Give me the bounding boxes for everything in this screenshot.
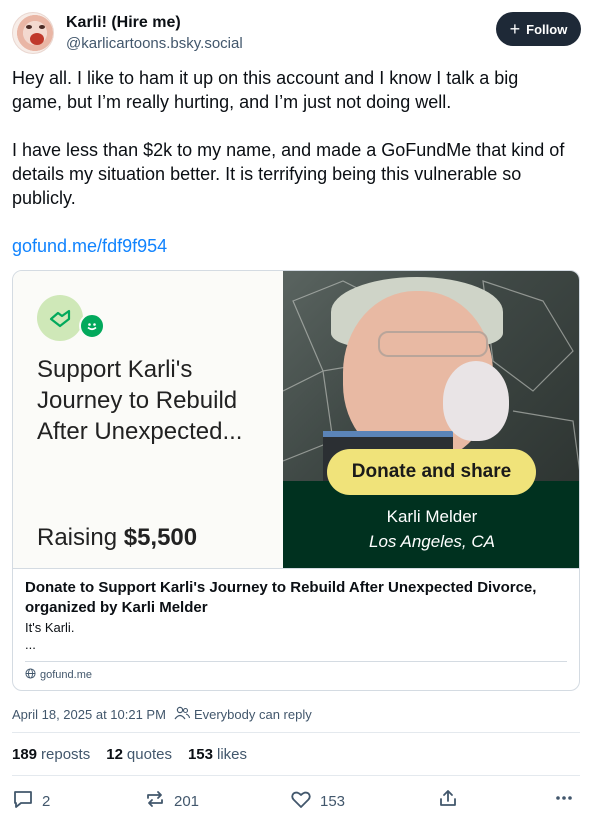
people-icon bbox=[174, 706, 190, 723]
embed-ellipsis: ... bbox=[25, 637, 36, 652]
divider bbox=[12, 775, 580, 776]
speech-bubble-icon bbox=[12, 788, 34, 814]
likes-stat[interactable]: 153 likes bbox=[188, 746, 247, 763]
donate-and-share-button[interactable]: Donate and share bbox=[327, 449, 536, 495]
engagement-stats: 189 reposts 12 quotes 153 likes bbox=[12, 746, 247, 763]
embed-meta: Donate to Support Karli's Journey to Reb… bbox=[13, 568, 579, 690]
embed-thumbnail-left: Support Karli's Journey to Rebuild After… bbox=[13, 271, 283, 568]
raising-amount: $5,500 bbox=[123, 524, 198, 551]
embed-divider bbox=[25, 661, 567, 662]
like-button[interactable]: 153 bbox=[290, 788, 345, 814]
avatar-mouth bbox=[30, 33, 44, 45]
smile-badge-icon bbox=[79, 313, 105, 339]
link-embed-card[interactable]: Support Karli's Journey to Rebuild After… bbox=[12, 270, 580, 691]
globe-icon bbox=[25, 668, 36, 682]
author-display-name[interactable]: Karli! (Hire me) bbox=[66, 14, 181, 32]
reposts-stat[interactable]: 189 reposts bbox=[12, 746, 90, 763]
like-count: 153 bbox=[320, 792, 346, 810]
plus-icon: + bbox=[509, 19, 521, 39]
quotes-label: quotes bbox=[126, 746, 172, 763]
likes-count: 153 bbox=[187, 746, 213, 763]
avatar-eye-left bbox=[26, 25, 32, 29]
photo-glasses bbox=[378, 331, 488, 357]
post-paragraph: Hey all. I like to ham it up on this acc… bbox=[12, 68, 519, 112]
raising-goal: Raising $5,500 bbox=[37, 524, 197, 552]
share-icon bbox=[438, 788, 458, 812]
more-options-button[interactable] bbox=[554, 788, 574, 812]
embed-thumbnail-right: Donate and share Karli Melder Los Angele… bbox=[283, 271, 579, 568]
likes-label: likes bbox=[217, 746, 248, 763]
action-bar: 2 201 153 bbox=[12, 788, 580, 812]
repost-count: 201 bbox=[174, 792, 200, 810]
post-link[interactable]: gofund.me/fdf9f954 bbox=[12, 236, 167, 256]
reply-button[interactable]: 2 bbox=[12, 788, 50, 814]
gofundme-logo-icon bbox=[37, 295, 83, 341]
embed-title: Donate to Support Karli's Journey to Reb… bbox=[25, 579, 537, 616]
embed-domain: gofund.me bbox=[25, 668, 92, 682]
embed-domain-label: gofund.me bbox=[40, 669, 92, 681]
embed-thumbnail: Support Karli's Journey to Rebuild After… bbox=[13, 271, 579, 568]
quotes-count: 12 bbox=[106, 746, 123, 763]
post-meta: April 18, 2025 at 10:21 PM Everybody can… bbox=[12, 706, 312, 723]
author-handle[interactable]: @karlicartoons.bsky.social bbox=[66, 35, 243, 52]
organizer-name: Karli Melder bbox=[386, 507, 478, 526]
share-button[interactable] bbox=[438, 788, 458, 812]
divider bbox=[12, 732, 580, 733]
embed-description: It's Karli. bbox=[25, 620, 75, 635]
photo-bird bbox=[443, 361, 509, 441]
reply-count: 2 bbox=[42, 792, 51, 810]
reposts-label: reposts bbox=[41, 746, 91, 763]
avatar[interactable] bbox=[12, 12, 54, 54]
reposts-count: 189 bbox=[12, 746, 38, 763]
follow-button[interactable]: + Follow bbox=[496, 12, 581, 46]
reply-setting: Everybody can reply bbox=[174, 706, 312, 723]
reply-setting-label: Everybody can reply bbox=[193, 707, 312, 722]
avatar-eye-right bbox=[39, 25, 45, 29]
follow-label: Follow bbox=[526, 21, 568, 37]
repost-button[interactable]: 201 bbox=[144, 788, 199, 814]
repost-arrows-icon bbox=[144, 788, 166, 814]
quotes-stat[interactable]: 12 quotes bbox=[106, 746, 172, 763]
post-body: Hey all. I like to ham it up on this acc… bbox=[12, 66, 572, 282]
ellipsis-icon bbox=[554, 788, 574, 812]
post-header: Karli! (Hire me) @karlicartoons.bsky.soc… bbox=[12, 12, 581, 56]
heart-icon bbox=[290, 788, 312, 814]
post-timestamp[interactable]: April 18, 2025 at 10:21 PM bbox=[12, 707, 166, 722]
raising-prefix: Raising bbox=[37, 524, 118, 551]
post-paragraph: I have less than $2k to my name, and mad… bbox=[12, 140, 565, 208]
campaign-title: Support Karli's Journey to Rebuild After… bbox=[37, 356, 243, 445]
organizer-location: Los Angeles, CA bbox=[369, 532, 495, 551]
